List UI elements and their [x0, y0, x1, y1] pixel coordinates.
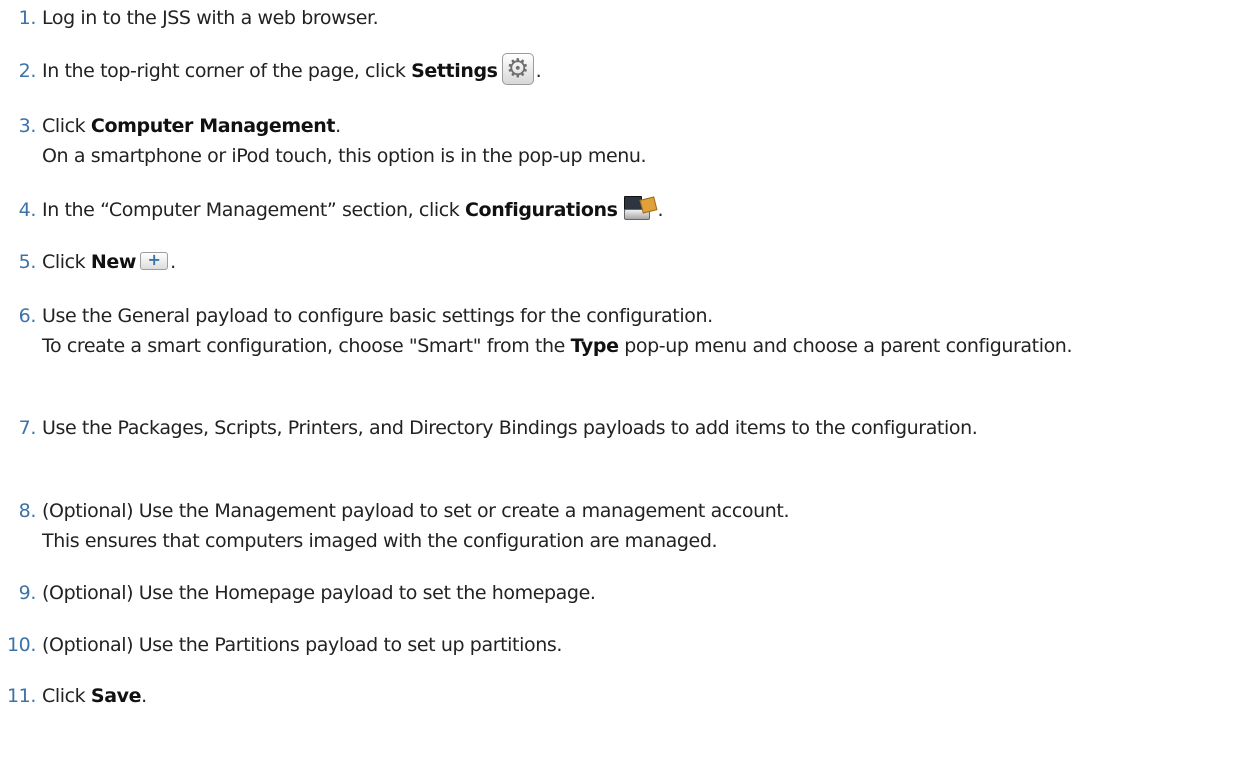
- step-number: 6.: [18, 305, 37, 327]
- step-text: (Optional) Use the Homepage payload to s…: [42, 582, 596, 604]
- configurations-icon: [622, 195, 658, 221]
- step-text-part: Click: [42, 685, 91, 707]
- step-text-part: In the top-right corner of the page, cli…: [42, 60, 412, 82]
- step-text: In the “Computer Management” section, cl…: [42, 195, 1240, 225]
- step-text-part: (Optional) Use the Management payload to…: [42, 500, 790, 522]
- step-number: 11.: [6, 685, 36, 707]
- step-number: 1.: [18, 7, 37, 29]
- step-text: Use the Packages, Scripts, Printers, and…: [42, 417, 978, 439]
- step-note: To create a smart configuration, choose …: [42, 331, 1240, 361]
- step-text-part: .: [657, 199, 664, 221]
- step-text-part: .: [141, 685, 147, 707]
- step-text-part: Use the General payload to configure bas…: [42, 305, 713, 327]
- step-text-part: .: [170, 251, 176, 273]
- step-text: (Optional) Use the Partitions payload to…: [42, 634, 562, 656]
- configurations-label: Configurations: [465, 199, 618, 221]
- step-note-part: pop-up menu and choose a parent configur…: [618, 335, 1073, 357]
- step-text-part: .: [335, 115, 341, 137]
- step-text: Log in to the JSS with a web browser.: [42, 7, 379, 29]
- gear-icon: [501, 52, 534, 85]
- step-text: Click Save.: [42, 681, 1240, 711]
- step-number: 8.: [18, 500, 37, 522]
- step-text-part: .: [535, 60, 542, 82]
- type-label: Type: [570, 335, 619, 357]
- step-text: Use the General payload to configure bas…: [42, 301, 1240, 361]
- step-text-part: Click: [42, 115, 91, 137]
- step-note: On a smartphone or iPod touch, this opti…: [42, 145, 647, 167]
- step-text-part: Click: [42, 251, 91, 273]
- step-text: Click New.: [42, 247, 1240, 277]
- save-label: Save: [90, 685, 142, 707]
- step-note: This ensures that computers imaged with …: [42, 530, 718, 552]
- step-number: 3.: [18, 115, 37, 137]
- step-number: 9.: [18, 582, 37, 604]
- step-note-part: To create a smart configuration, choose …: [42, 335, 571, 357]
- step-text: In the top-right corner of the page, cli…: [42, 52, 1240, 86]
- step-number: 10.: [6, 634, 36, 656]
- document: 1. Log in to the JSS with a web browser.…: [0, 0, 1252, 774]
- step-number: 2.: [18, 60, 37, 82]
- plus-icon: [140, 250, 169, 270]
- step-text: Click Computer Management. On a smartphon…: [42, 111, 1240, 171]
- step-text: (Optional) Use the Management payload to…: [42, 496, 1240, 556]
- new-label: New: [90, 251, 137, 273]
- settings-label: Settings: [411, 60, 498, 82]
- computer-management-label: Computer Management: [90, 115, 336, 137]
- step-text-part: In the “Computer Management” section, cl…: [42, 199, 466, 221]
- step-number: 7.: [18, 417, 37, 439]
- step-number: 5.: [18, 251, 37, 273]
- step-number: 4.: [18, 199, 37, 221]
